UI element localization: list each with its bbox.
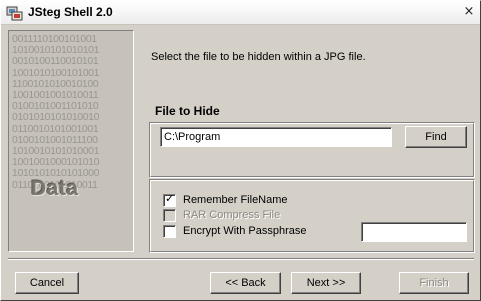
next-button[interactable]: Next >> [291,272,361,294]
title-bar[interactable]: JSteg Shell 2.0 × [1,1,480,25]
checkmark-icon: ✓ [165,192,175,205]
remember-filename-label: Remember FileName [183,194,288,206]
file-path-input[interactable]: C:\Program [160,127,392,147]
binary-line: 0010100110010101 [12,55,99,68]
window-title: JSteg Shell 2.0 [28,5,113,19]
jsteg-window: JSteg Shell 2.0 × 0011110100101001 101001… [0,0,481,301]
file-to-hide-heading: File to Hide [151,104,224,118]
remember-filename-checkbox[interactable]: ✓ [163,192,176,207]
encrypt-passphrase-option[interactable]: Encrypt With Passphrase [163,225,343,239]
data-logo: Data [31,177,79,200]
binary-line: 0101010101010010 [12,111,100,124]
back-button[interactable]: << Back [210,272,281,294]
binary-data-banner: 0011110100101001 1010010101010101 00101001… [8,30,134,252]
button-separator [8,258,474,260]
cancel-button[interactable]: Cancel [15,272,79,294]
passphrase-input[interactable] [361,222,467,242]
find-button[interactable]: Find [405,126,467,148]
instruction-text: Select the file to be hidden within a JP… [151,51,366,63]
encrypt-passphrase-checkbox[interactable] [163,225,176,238]
finish-button: Finish [399,272,469,294]
remember-filename-option[interactable]: ✓ Remember FileName [163,192,333,208]
encrypt-passphrase-label: Encrypt With Passphrase [183,225,307,237]
rar-compress-option: RAR Compress File [163,209,333,223]
wizard-body: 0011110100101001 1010010101010101 00101001… [1,26,480,300]
rar-compress-label: RAR Compress File [183,209,281,221]
app-icon [6,5,23,22]
rar-compress-checkbox [163,209,176,222]
binary-text-block: 0011110100101001 1010010101010101 00101001… [9,33,100,191]
close-icon[interactable]: × [461,4,477,20]
